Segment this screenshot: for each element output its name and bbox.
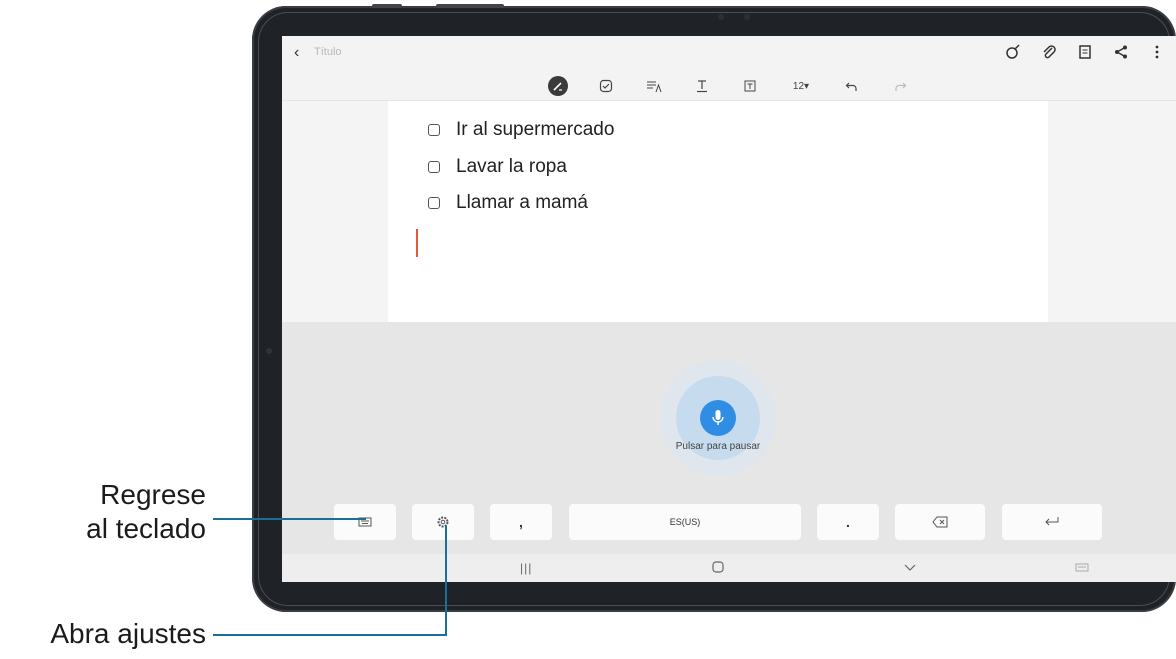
checklist-item-label: Llamar a mamá — [456, 192, 588, 213]
format-toolbar: 12▾ — [282, 72, 1176, 101]
text-format-icon[interactable] — [692, 76, 712, 96]
checkbox[interactable] — [428, 197, 440, 209]
recent-apps-icon[interactable]: ||| — [520, 561, 532, 575]
hide-keyboard-icon[interactable] — [904, 561, 916, 575]
navigation-bar: ||| — [282, 554, 1176, 582]
checklist-item-label: Lavar la ropa — [456, 156, 567, 177]
app-actions — [1004, 42, 1166, 62]
comma-key[interactable]: , — [490, 504, 552, 540]
side-sensor — [266, 348, 272, 354]
back-arrow-icon[interactable]: ‹ — [294, 44, 299, 62]
sensor — [744, 14, 750, 20]
checklist-item[interactable]: Llamar a mamá — [428, 192, 588, 214]
front-camera — [718, 14, 724, 20]
voice-status: Pulsar para pausar — [675, 441, 761, 452]
voice-input-panel: Pulsar para pausar , ES(US) . — [282, 322, 1176, 582]
text-style-icon[interactable] — [644, 76, 664, 96]
backspace-key[interactable] — [895, 504, 985, 540]
open-settings-leader-line-v — [445, 526, 447, 636]
note-page[interactable]: Ir al supermercado Lavar la ropa Llamar … — [388, 101, 1048, 322]
home-icon[interactable] — [712, 561, 724, 576]
period-key[interactable]: . — [817, 504, 879, 540]
open-settings-callout: Abra ajustes — [50, 618, 206, 649]
checkbox[interactable] — [428, 161, 440, 173]
redo-icon[interactable] — [890, 76, 910, 96]
note-template-icon[interactable] — [1076, 42, 1094, 62]
callout-line-2: al teclado — [86, 513, 206, 544]
settings-key[interactable] — [412, 504, 474, 540]
pen-mode-icon[interactable] — [548, 76, 568, 96]
undo-icon[interactable] — [842, 76, 862, 96]
share-icon[interactable] — [1112, 42, 1130, 62]
app-bar: ‹ Título — [282, 36, 1176, 72]
more-options-icon[interactable] — [1148, 42, 1166, 62]
screen: ‹ Título 12▾ Ir al supermercado Lavar la… — [282, 36, 1176, 582]
microphone-button[interactable] — [700, 400, 736, 436]
backspace-icon — [932, 516, 948, 528]
enter-key[interactable] — [1002, 504, 1102, 540]
attach-icon[interactable] — [1040, 42, 1058, 62]
gear-icon — [437, 516, 449, 528]
text-cursor — [416, 229, 418, 257]
checklist-item[interactable]: Lavar la ropa — [428, 156, 567, 178]
enter-icon — [1045, 517, 1059, 526]
checklist-item[interactable]: Ir al supermercado — [428, 119, 614, 141]
font-size-select[interactable]: 12▾ — [788, 76, 814, 96]
keyboard-switch-icon[interactable] — [1075, 561, 1089, 575]
insert-text-box-icon[interactable] — [740, 76, 760, 96]
volume-button — [372, 4, 402, 8]
return-keyboard-callout: Regrese al teclado — [86, 478, 206, 546]
checklist-item-label: Ir al supermercado — [456, 119, 615, 140]
no-pen-icon[interactable] — [1004, 42, 1022, 62]
microphone-icon — [712, 410, 724, 425]
checkbox-icon[interactable] — [596, 76, 616, 96]
return-keyboard-leader-line — [213, 518, 366, 520]
checkbox[interactable] — [428, 124, 440, 136]
title-field[interactable]: Título — [314, 46, 342, 58]
open-settings-leader-line-h — [213, 634, 447, 636]
return-to-keyboard-key[interactable] — [334, 504, 396, 540]
callout-line-1: Regrese — [100, 479, 206, 510]
power-button — [436, 4, 504, 8]
space-language-key[interactable]: ES(US) — [569, 504, 801, 540]
